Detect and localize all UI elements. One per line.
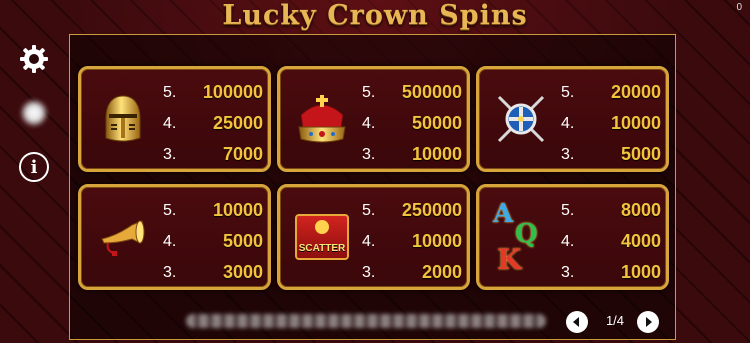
info-icon: i — [19, 152, 49, 182]
star-icon — [315, 220, 329, 234]
payout-value: 25000 — [212, 113, 263, 133]
paytable-card: A Q K 5. 8000 4. 4000 3. 1000 — [476, 184, 669, 290]
symbol-count: 3. — [561, 263, 575, 281]
symbol-count: 5. — [561, 201, 575, 219]
symbol-count: 5. — [561, 83, 575, 101]
knight-helmet-icon — [91, 87, 155, 151]
corner-counter: 0 — [736, 2, 742, 13]
letter-a: A — [493, 199, 514, 229]
symbol-count: 5. — [362, 83, 376, 101]
crown-icon — [290, 87, 354, 151]
page-indicator: 1/4 — [605, 313, 625, 328]
symbol-count: 5. — [163, 201, 177, 219]
chevron-right-icon — [646, 317, 652, 327]
payout-value: 7000 — [222, 144, 263, 164]
payout-value: 500000 — [401, 82, 462, 102]
symbol-count: 4. — [362, 232, 376, 250]
letters-symbol: A Q K — [491, 193, 551, 285]
payout-value: 5000 — [620, 144, 661, 164]
gear-icon — [20, 45, 48, 73]
paytable-card: 5. 20000 4. 10000 3. 5000 — [476, 66, 669, 172]
symbol-count: 4. — [163, 114, 177, 132]
payout-value: 250000 — [401, 200, 462, 220]
symbol-count: 4. — [362, 114, 376, 132]
paytable-card: 5. 500000 4. 50000 3. 10000 — [277, 66, 470, 172]
symbol-count: 3. — [561, 145, 575, 163]
scatter-label: SCATTER — [298, 243, 346, 254]
payout-value: 5000 — [222, 231, 263, 251]
blurred-button[interactable] — [17, 96, 51, 130]
payout-value: 10000 — [411, 144, 462, 164]
payout-value: 1000 — [620, 262, 661, 282]
letter-k: K — [497, 243, 522, 276]
game-title: Lucky Crown Spins — [222, 0, 528, 31]
settings-button[interactable] — [17, 42, 51, 76]
paytable-card: 5. 100000 4. 25000 3. 7000 — [78, 66, 271, 172]
payout-value: 2000 — [421, 262, 462, 282]
next-page-button[interactable] — [637, 311, 659, 333]
symbol-count: 3. — [163, 263, 177, 281]
payout-value: 10000 — [411, 231, 462, 251]
paytable-card: SCATTER 5. 250000 4. 10000 3. 2000 — [277, 184, 470, 290]
payout-value: 50000 — [411, 113, 462, 133]
payout-value: 4000 — [620, 231, 661, 251]
symbol-count: 4. — [163, 232, 177, 250]
symbol-count: 3. — [362, 263, 376, 281]
symbol-count: 4. — [561, 232, 575, 250]
payout-value: 10000 — [212, 200, 263, 220]
symbol-count: 4. — [561, 114, 575, 132]
symbol-count: 3. — [362, 145, 376, 163]
payout-value: 20000 — [610, 82, 661, 102]
horn-icon — [91, 205, 155, 269]
payout-value: 10000 — [610, 113, 661, 133]
payout-value: 100000 — [202, 82, 263, 102]
scatter-icon: SCATTER — [290, 205, 354, 269]
blurred-footer-text — [186, 314, 546, 328]
symbol-count: 5. — [362, 201, 376, 219]
chevron-left-icon — [573, 317, 579, 327]
info-button[interactable]: i — [17, 150, 51, 184]
blurred-icon — [20, 99, 48, 127]
paytable-panel: 5. 100000 4. 25000 3. 7000 5. 500000 4. 50000… — [69, 34, 676, 340]
symbol-count: 5. — [163, 83, 177, 101]
symbol-count: 3. — [163, 145, 177, 163]
payout-value: 3000 — [222, 262, 263, 282]
paytable-card: 5. 10000 4. 5000 3. 3000 — [78, 184, 271, 290]
payout-value: 8000 — [620, 200, 661, 220]
previous-page-button[interactable] — [566, 311, 588, 333]
shield-swords-icon — [489, 87, 553, 151]
